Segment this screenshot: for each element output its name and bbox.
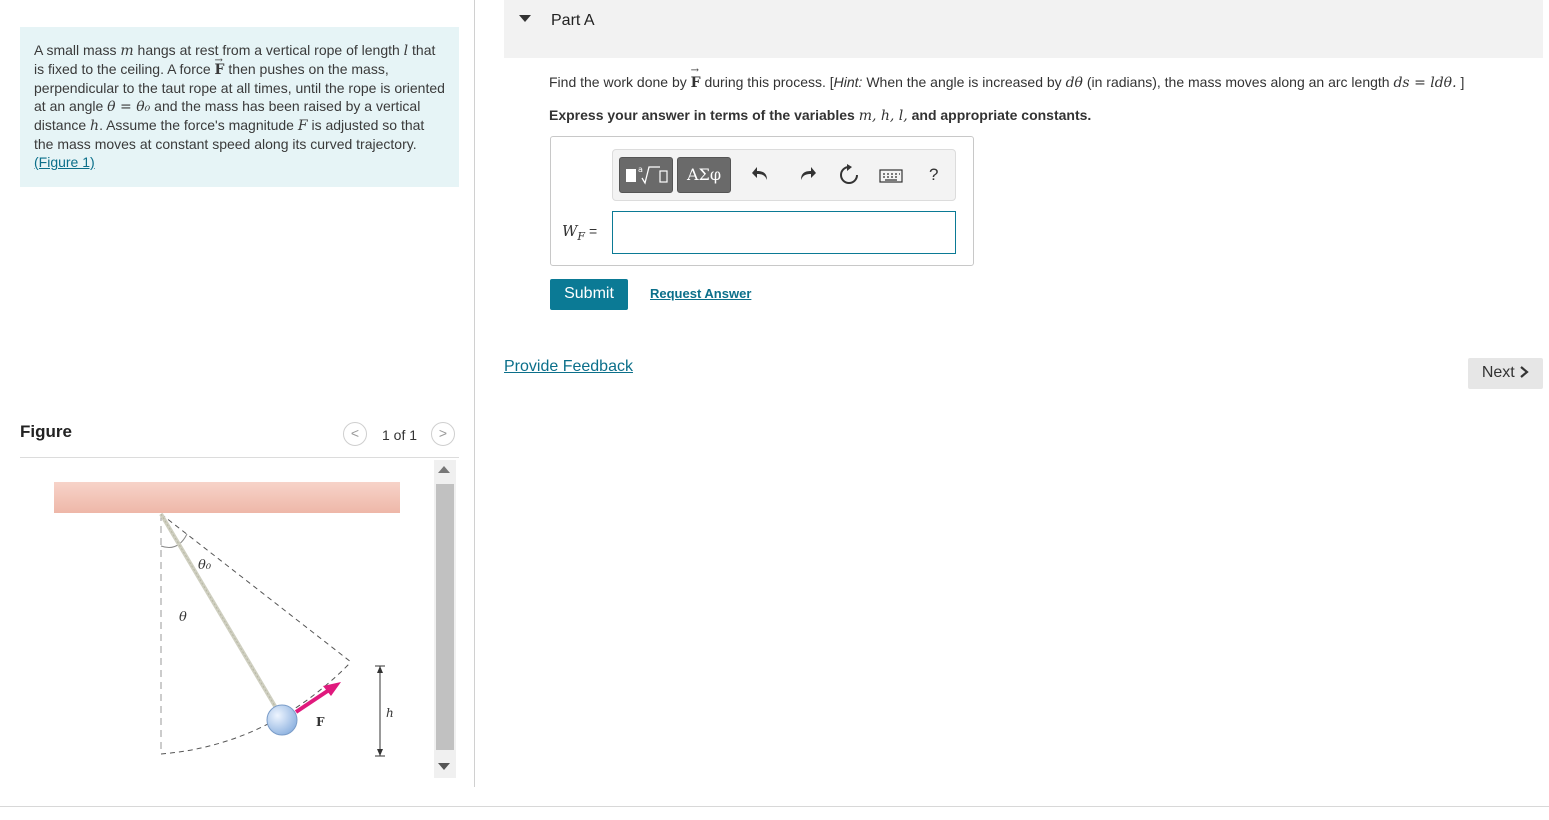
instruction-text: Express your answer in terms of the vari… [549, 107, 1091, 124]
chevron-left-icon: < [350, 425, 360, 441]
figure-heading: Figure [20, 422, 72, 441]
panel-divider [474, 0, 475, 787]
var-h: h [90, 118, 100, 134]
theta-label: θ [179, 610, 187, 625]
theta-equation: θ = θ₀ [107, 99, 151, 115]
bottom-divider [0, 806, 1549, 807]
height-arrow-bottom [377, 749, 383, 756]
height-arrow-top [377, 666, 383, 673]
var-F-vector: F [215, 62, 225, 78]
scrollbar-thumb[interactable] [436, 484, 454, 750]
figure-counter: 1 of 1 [382, 427, 418, 443]
question-part: ] [1456, 74, 1465, 90]
var-F: F [297, 118, 308, 134]
next-button[interactable]: Next [1468, 358, 1543, 389]
mass-ball [266, 704, 298, 736]
chevron-right-icon: > [438, 425, 448, 441]
answer-label: WF = [562, 222, 597, 243]
help-icon[interactable]: ? [929, 164, 938, 186]
problem-text: A small mass [34, 42, 121, 58]
ceiling [54, 482, 400, 513]
redo-icon[interactable] [797, 164, 817, 189]
arc-equation: ds = ldθ. [1393, 75, 1457, 91]
keyboard-icon[interactable] [879, 167, 903, 189]
undo-icon[interactable] [751, 164, 771, 189]
next-label: Next [1481, 364, 1515, 381]
answer-label-var: W [562, 222, 578, 240]
greek-symbols-button[interactable]: ΑΣφ [677, 157, 731, 193]
figure-link[interactable]: (Figure 1) [34, 154, 95, 170]
theta0-label: θ₀ [198, 558, 212, 573]
templates-icon: a [626, 165, 668, 185]
final-rope-dashed [160, 513, 352, 663]
provide-feedback-link[interactable]: Provide Feedback [504, 358, 633, 376]
question-part: (in radians), the mass moves along an ar… [1082, 74, 1394, 90]
prev-figure-button[interactable]: < [343, 422, 367, 446]
hint-label: Hint: [833, 74, 863, 90]
chevron-right-icon [1520, 366, 1529, 378]
question-part: during this process. [ [700, 74, 834, 90]
figure-rule [20, 457, 459, 458]
answer-input[interactable] [612, 211, 956, 254]
instruction-part: Express your answer in terms of the vari… [549, 107, 859, 123]
scroll-up-icon[interactable] [438, 466, 450, 473]
var-m: m [120, 43, 134, 59]
math-toolbar: a ΑΣφ ? [612, 149, 956, 201]
request-answer-link[interactable]: Request Answer [650, 286, 751, 301]
instruction-vars: m, h, l, [858, 108, 908, 124]
answer-label-sub: F [577, 230, 586, 243]
force-arrow [294, 686, 334, 714]
pendulum-figure: θ₀ θ F h [54, 482, 400, 757]
var-F-vector: F [691, 75, 701, 91]
submit-button[interactable]: Submit [550, 279, 628, 310]
next-figure-button[interactable]: > [431, 422, 455, 446]
problem-text: hangs at rest from a vertical rope of le… [133, 42, 404, 58]
force-label: F [316, 715, 325, 729]
svg-text:a: a [638, 165, 643, 174]
part-a-header[interactable] [504, 0, 1543, 58]
answer-label-eq: = [585, 223, 598, 239]
scroll-down-icon[interactable] [438, 763, 450, 770]
problem-text: . Assume the force's magnitude [99, 117, 298, 133]
var-dtheta: dθ [1065, 75, 1083, 91]
question-part: Find the work done by [549, 74, 691, 90]
question-text: Find the work done by F during this proc… [549, 74, 1464, 91]
h-label: h [386, 706, 394, 720]
reset-icon[interactable] [838, 164, 860, 191]
problem-statement: A small mass m hangs at rest from a vert… [20, 27, 459, 187]
templates-button[interactable]: a [619, 157, 673, 193]
part-a-title: Part A [551, 12, 595, 29]
collapse-caret-icon[interactable] [519, 15, 531, 22]
instruction-part: and appropriate constants. [907, 107, 1092, 123]
question-part: When the angle is increased by [862, 74, 1066, 90]
